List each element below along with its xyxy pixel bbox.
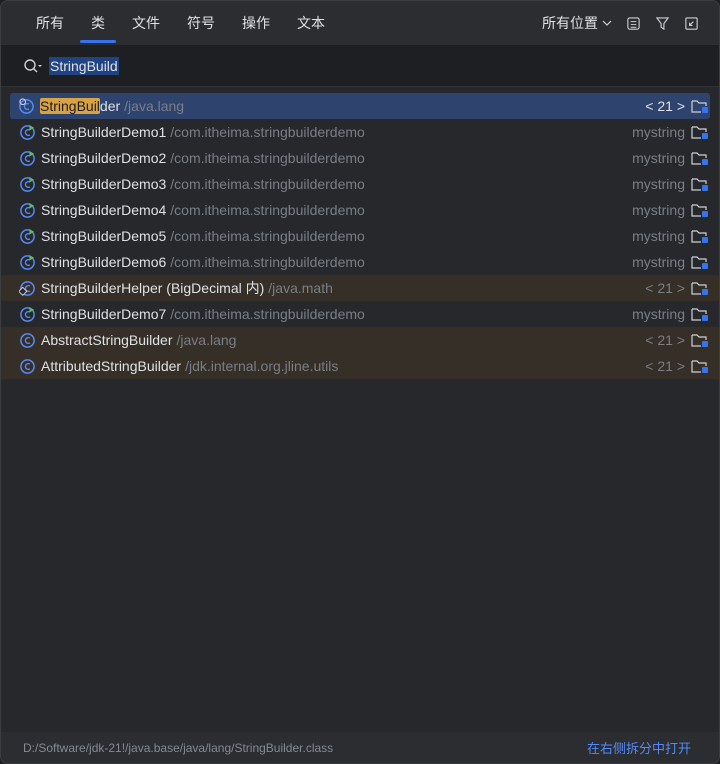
chevron-down-icon — [602, 20, 612, 26]
tab-3[interactable]: 符号 — [174, 1, 228, 45]
module-folder-icon — [691, 334, 708, 347]
tab-5[interactable]: 文本 — [284, 1, 338, 45]
result-module: mystring — [632, 202, 685, 218]
search-bar[interactable]: StringBuild — [1, 45, 719, 87]
module-folder-icon — [691, 230, 708, 243]
module-folder-icon — [691, 178, 708, 191]
tab-1[interactable]: 类 — [78, 1, 118, 45]
module-folder-icon — [691, 204, 708, 217]
module-folder-icon — [691, 308, 708, 321]
result-module: mystring — [632, 228, 685, 244]
class-icon — [20, 332, 35, 348]
tab-2[interactable]: 文件 — [119, 1, 173, 45]
results-list: StringBuilder /java.lang < 21 > StringBu… — [1, 87, 719, 379]
result-package: /com.itheima.stringbuilderdemo — [170, 306, 365, 322]
result-name: StringBuilderDemo5 — [41, 228, 167, 244]
file-path: D:/Software/jdk-21!/java.base/java/lang/… — [23, 740, 334, 755]
class-icon — [19, 97, 34, 114]
result-name: StringBuilderDemo4 — [41, 202, 167, 218]
result-name: StringBuilderDemo1 — [41, 124, 167, 140]
result-row[interactable]: AbstractStringBuilder /java.lang < 21 > — [1, 327, 719, 353]
class-icon — [20, 254, 35, 270]
search-icon — [24, 58, 42, 72]
result-row[interactable]: StringBuilderDemo5 /com.itheima.stringbu… — [1, 223, 719, 249]
result-package: /com.itheima.stringbuilderdemo — [170, 176, 365, 192]
result-module: mystring — [632, 124, 685, 140]
filter-icon[interactable] — [655, 16, 670, 31]
module-folder-icon — [691, 282, 708, 295]
result-row[interactable]: StringBuilderDemo7 /com.itheima.stringbu… — [1, 301, 719, 327]
tab-4[interactable]: 操作 — [229, 1, 283, 45]
result-name: StringBuilderHelper (BigDecimal 内) — [41, 280, 265, 296]
result-package: /jdk.internal.org.jline.utils — [185, 358, 339, 374]
module-folder-icon — [691, 360, 708, 373]
scope-dropdown[interactable]: 所有位置 — [542, 13, 612, 33]
result-module: mystring — [632, 150, 685, 166]
class-icon — [20, 124, 35, 140]
result-row[interactable]: StringBuilderDemo6 /com.itheima.stringbu… — [1, 249, 719, 275]
tab-0[interactable]: 所有 — [23, 1, 77, 45]
class-icon — [20, 150, 35, 166]
result-package: /com.itheima.stringbuilderdemo — [170, 202, 365, 218]
class-icon — [19, 280, 35, 296]
result-row[interactable]: StringBuilderDemo4 /com.itheima.stringbu… — [1, 197, 719, 223]
result-package: /com.itheima.stringbuilderdemo — [170, 124, 365, 140]
result-name: StringBuilderDemo2 — [41, 150, 167, 166]
search-input[interactable]: StringBuild — [49, 56, 119, 75]
result-row[interactable]: StringBuilderDemo1 /com.itheima.stringbu… — [1, 119, 719, 145]
result-module: mystring — [632, 176, 685, 192]
result-name: StringBuilderDemo7 — [41, 306, 167, 322]
result-name: AbstractStringBuilder — [41, 332, 173, 348]
result-package: /com.itheima.stringbuilderdemo — [170, 254, 365, 270]
result-package: /java.lang — [176, 332, 237, 348]
search-everywhere-popup: 所有类文件 符号 操作 文本 所有位置 StringBuild StringBuild… — [0, 0, 720, 764]
result-row[interactable]: StringBuilderDemo2 /com.itheima.stringbu… — [1, 145, 719, 171]
result-module: < 21 > — [645, 98, 685, 114]
module-folder-icon — [691, 126, 708, 139]
result-name: AttributedStringBuilder — [41, 358, 182, 374]
header: 所有类文件 符号 操作 文本 所有位置 — [1, 1, 719, 45]
result-row[interactable]: StringBuilder /java.lang < 21 > — [10, 93, 710, 119]
result-module: < 21 > — [645, 280, 685, 296]
result-module: < 21 > — [645, 358, 685, 374]
class-icon — [20, 176, 35, 192]
result-package: /java.math — [268, 280, 333, 296]
result-name: StringBuilderDemo3 — [41, 176, 167, 192]
match-highlight: StringBuil — [40, 98, 100, 114]
class-icon — [20, 228, 35, 244]
result-package: /com.itheima.stringbuilderdemo — [170, 228, 365, 244]
module-folder-icon — [691, 100, 708, 113]
footer: D:/Software/jdk-21!/java.base/java/lang/… — [1, 732, 719, 763]
result-row[interactable]: StringBuilderHelper (BigDecimal 内) /java… — [1, 275, 719, 301]
class-icon — [20, 306, 35, 322]
result-module: mystring — [632, 254, 685, 270]
module-folder-icon — [691, 256, 708, 269]
result-package: /com.itheima.stringbuilderdemo — [170, 150, 365, 166]
open-in-window-icon[interactable] — [684, 16, 699, 31]
result-row[interactable]: StringBuilderDemo3 /com.itheima.stringbu… — [1, 171, 719, 197]
result-module: < 21 > — [645, 332, 685, 348]
class-icon — [20, 202, 35, 218]
result-package: /java.lang — [124, 98, 185, 114]
result-module: mystring — [632, 306, 685, 322]
preview-icon[interactable] — [626, 16, 641, 31]
class-icon — [20, 358, 35, 374]
result-name: StringBuilder — [40, 98, 121, 114]
module-folder-icon — [691, 152, 708, 165]
result-name: StringBuilderDemo6 — [41, 254, 167, 270]
open-in-right-split-link[interactable]: 在右侧拆分中打开 — [587, 738, 691, 757]
result-row[interactable]: AttributedStringBuilder /jdk.internal.or… — [1, 353, 719, 379]
